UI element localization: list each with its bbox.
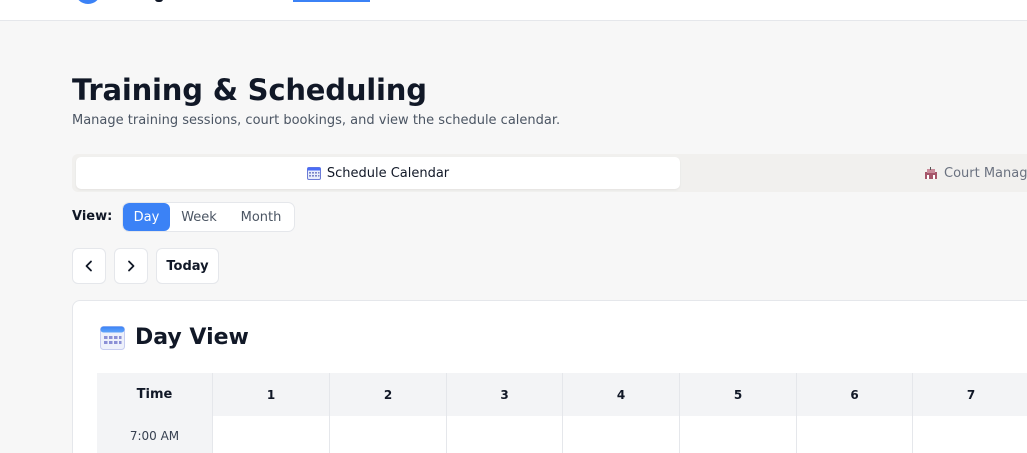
schedule-slot[interactable] xyxy=(912,416,1027,453)
court-column-header: 7 xyxy=(912,373,1027,416)
view-week-button[interactable]: Week xyxy=(170,203,228,231)
time-column-header: Time xyxy=(136,387,173,402)
schedule-slot[interactable] xyxy=(446,416,562,453)
schedule-slot[interactable] xyxy=(679,416,796,453)
schedule-slot[interactable] xyxy=(796,416,912,453)
tab-court-management[interactable]: Court Manag xyxy=(924,157,1027,189)
court-column-header: 4 xyxy=(562,373,679,416)
calendar-icon xyxy=(100,325,125,350)
page-title: Training & Scheduling xyxy=(72,73,427,107)
grid-header-row: Time 1 2 3 4 5 6 7 xyxy=(97,373,1027,416)
view-switcher: Day Week Month xyxy=(122,202,295,232)
court-column-header: 1 xyxy=(212,373,329,416)
stadium-icon xyxy=(925,166,937,179)
page-subtitle: Manage training sessions, court bookings… xyxy=(72,113,561,128)
active-nav-indicator xyxy=(293,0,370,2)
app-logo-icon[interactable] xyxy=(75,0,101,4)
view-day-button[interactable]: Day xyxy=(123,203,170,231)
day-view-heading: Day View xyxy=(100,325,249,350)
schedule-slot[interactable] xyxy=(329,416,446,453)
today-button[interactable]: Today xyxy=(156,248,219,284)
tab-court-management-label: Court Manag xyxy=(944,165,1027,181)
day-view-title: Day View xyxy=(135,325,249,350)
chevron-left-icon xyxy=(85,260,92,272)
schedule-slot[interactable] xyxy=(562,416,679,453)
tab-schedule-calendar-label: Schedule Calendar xyxy=(326,165,450,181)
court-column-header: 2 xyxy=(329,373,446,416)
app-title-fragment xyxy=(155,0,163,2)
top-navigation-bar xyxy=(0,0,1027,21)
calendar-icon xyxy=(306,166,321,180)
next-button[interactable] xyxy=(114,248,148,284)
tab-schedule-calendar[interactable]: Schedule Calendar xyxy=(76,157,680,189)
previous-button[interactable] xyxy=(72,248,106,284)
tab-bar: Schedule Calendar Court Manag xyxy=(72,154,1027,192)
time-slot-row: 7:00 AM xyxy=(97,416,1027,453)
chevron-right-icon xyxy=(128,260,135,272)
court-column-header: 5 xyxy=(679,373,796,416)
view-label: View: xyxy=(72,209,113,224)
time-slot-label: 7:00 AM xyxy=(97,416,212,453)
view-month-button[interactable]: Month xyxy=(228,203,294,231)
court-column-header: 6 xyxy=(796,373,912,416)
court-column-header: 3 xyxy=(446,373,562,416)
schedule-slot[interactable] xyxy=(212,416,329,453)
